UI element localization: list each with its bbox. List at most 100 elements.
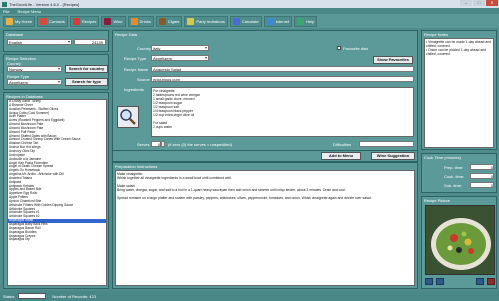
sub-time-field[interactable]: 0 — [470, 182, 494, 188]
search-country-button[interactable]: Search for country — [65, 65, 108, 73]
instructions-panel: Preparation Instructions Make vinaigrett… — [112, 162, 418, 289]
recipe-name-label: Recipe Name — [124, 67, 149, 72]
toolbar-label: Help — [306, 18, 315, 24]
source-field[interactable]: epicurious.com — [151, 76, 414, 82]
delete-picture-icon[interactable] — [487, 278, 495, 285]
toolbar-label: Drinks — [139, 18, 151, 24]
recipe-list[interactable]: A Crusty Garlic Turkey A Brownie Cheer Aca… — [7, 99, 107, 286]
status-label: Status — [3, 293, 15, 299]
toolbar-party-invitations-button[interactable]: Party Invitations — [184, 15, 228, 27]
toolbar-label: Recipes — [81, 18, 97, 24]
recipe-photo — [425, 205, 495, 275]
prep-time-field[interactable]: 0 — [470, 164, 494, 170]
serves-label: Serves — [137, 142, 150, 147]
status-bar: Status Number of Records: 423 — [0, 291, 499, 301]
recipe-list-panel: Recipes in Database A Crusty Garlic Turk… — [3, 92, 109, 289]
toolbar-label: Party Invitations — [196, 18, 225, 24]
drinks-icon — [130, 17, 138, 25]
difficulties-label: Difficulties — [333, 142, 352, 147]
sub-time-label: Sub. time: — [444, 183, 463, 188]
toolbar: My Home Contacts Recipes Wine Drinks Cigars Pa… — [0, 14, 499, 28]
serves-field[interactable]: 0 — [151, 141, 161, 147]
minimize-button[interactable]: – — [460, 0, 472, 6]
difficulties-field[interactable] — [359, 141, 414, 147]
menu-file[interactable]: File — [3, 9, 9, 14]
cigars-icon — [158, 17, 166, 25]
instructions-textarea[interactable]: Make vinaigrette: Whisk together all vin… — [115, 170, 415, 286]
source-label: Source — [137, 77, 150, 82]
instructions-label: Preparation Instructions — [115, 164, 158, 169]
toolbar-wine-button[interactable]: Wine — [101, 15, 126, 27]
recipe-name-field[interactable]: Anapesto Salad — [151, 66, 414, 72]
toolbar-label: Internet — [275, 18, 290, 24]
maximize-button[interactable]: □ — [473, 0, 485, 6]
toolbar-label: My Home — [15, 18, 33, 24]
toolbar-help-button[interactable]: Help — [294, 15, 318, 27]
toolbar-drinks-button[interactable]: Drinks — [127, 15, 154, 27]
zoom-picture-icon[interactable] — [476, 278, 484, 285]
ingredients-label: Ingredients — [124, 87, 144, 92]
title-bar: TheGoodLife - Version 4.6.0 - [Recipes] … — [0, 0, 499, 8]
actions-strip: Add to Menu Wine Suggestion — [112, 151, 418, 162]
favourite-label: Favourite dish — [343, 46, 369, 51]
help-icon — [297, 17, 305, 25]
menu-recipe[interactable]: Recipe Menu — [17, 9, 41, 14]
recipe-notes-textarea[interactable]: • Vinaigrette can be made 1 day ahead an… — [424, 38, 494, 148]
data-type-select[interactable]: Appetizers — [151, 55, 209, 61]
app-icon — [2, 1, 7, 7]
database-panel: Database English 24139 — [3, 30, 109, 52]
toolbar-internet-button[interactable]: Internet — [263, 15, 293, 27]
recipe-type-select[interactable]: Appetizers — [7, 79, 62, 85]
status-field — [18, 293, 47, 299]
cook-time-heading: Cook Time (minutes) — [424, 155, 461, 160]
home-icon — [6, 17, 13, 25]
recipe-data-panel: Recipe Data Country Italy Favourite dish… — [112, 30, 418, 151]
language-select[interactable]: English — [7, 39, 72, 45]
toolbar-calculate-button[interactable]: Calculate — [229, 15, 262, 27]
window-controls: – □ ✕ — [459, 0, 498, 6]
party-icon — [187, 17, 195, 25]
record-count: 24139 — [74, 39, 106, 45]
contacts-icon — [40, 17, 48, 25]
show-favourites-button[interactable]: Show Favourites — [373, 56, 413, 64]
ingredients-textarea[interactable]: For vinaigrette 2 tablespoons red wine v… — [151, 87, 414, 137]
cook-time-panel: Cook Time (minutes) Prep. time: 0 Cook. … — [421, 153, 497, 193]
load-picture-icon[interactable] — [425, 278, 433, 285]
internet-icon — [266, 17, 274, 25]
database-heading: Database — [6, 32, 24, 37]
wine-suggestion-button[interactable]: Wine Suggestion — [371, 152, 415, 160]
salad-image — [426, 206, 494, 274]
serves-note: (if zero (0) the serves = unspecified) — [168, 142, 232, 147]
recipes-icon — [72, 17, 80, 25]
data-country-label: Country — [137, 46, 152, 51]
recipe-notes-panel: Recipe Notes • Vinaigrette can be made 1… — [421, 30, 497, 150]
cook-time-field[interactable]: 0 — [470, 173, 494, 179]
window-title: TheGoodLife - Version 4.6.0 - [Recipes] — [9, 1, 80, 7]
magnifier-icon — [120, 109, 136, 125]
toolbar-cigars-button[interactable]: Cigars — [155, 15, 183, 27]
record-count-label: Number of Records: 423 — [52, 293, 96, 299]
close-button[interactable]: ✕ — [486, 0, 498, 6]
cook-time-label: Cook. time: — [444, 174, 465, 179]
recipe-picture-heading: Recipe Picture — [424, 198, 451, 203]
toolbar-my-home-button[interactable]: My Home — [3, 15, 36, 27]
toolbar-recipes-button[interactable]: Recipes — [69, 15, 100, 27]
recipe-list-item[interactable]: Asparagus Dip — [8, 238, 106, 242]
prep-time-label: Prep. time: — [444, 165, 464, 170]
toolbar-label: Contacts — [49, 18, 65, 24]
country-select[interactable]: Norway — [7, 66, 62, 72]
add-to-menu-button[interactable]: Add to Menu — [321, 152, 361, 160]
data-type-label: Recipe Type — [124, 56, 147, 61]
favourite-checkbox[interactable] — [337, 46, 341, 50]
recipe-picture-panel: Recipe Picture — [421, 196, 497, 289]
calculator-icon — [232, 17, 240, 25]
search-type-button[interactable]: Search for type — [65, 78, 108, 86]
search-magnifier-button[interactable] — [117, 106, 139, 128]
toolbar-label: Wine — [113, 18, 123, 24]
toolbar-contacts-button[interactable]: Contacts — [37, 15, 68, 27]
edit-picture-icon[interactable] — [436, 278, 444, 285]
data-country-select[interactable]: Italy — [151, 45, 209, 51]
serves-spinner[interactable] — [161, 141, 165, 147]
recipe-notes-heading: Recipe Notes — [424, 32, 449, 37]
toolbar-label: Cigars — [167, 18, 180, 24]
